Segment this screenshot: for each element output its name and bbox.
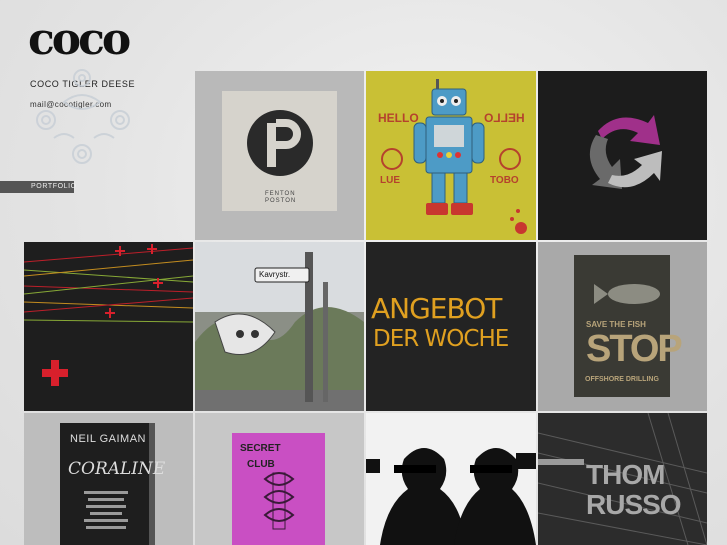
portfolio-tile-robot[interactable]: HELLO HELLO LUE TOBO (366, 71, 536, 240)
portfolio-tile-coraline[interactable]: NEIL GAIMAN CORALINE (24, 413, 193, 545)
portfolio-tile-duo-portrait[interactable] (366, 413, 536, 545)
site-logo[interactable]: coco (28, 14, 131, 66)
fenton-poston-image (195, 71, 364, 240)
robot-label-right-bottom: TOBO (490, 175, 519, 186)
angebot-line1: ANGEBOT (371, 292, 502, 325)
secret-club-image (195, 413, 364, 545)
street-sign-text: Kavrystr. (259, 270, 291, 279)
robot-image (366, 71, 536, 240)
thom-line2: RUSSO (586, 489, 682, 520)
robot-label-left-bottom: LUE (380, 175, 400, 186)
portfolio-tile-street-sign[interactable]: Kavrystr. (195, 242, 364, 411)
laser-lines-image (24, 242, 193, 411)
secret-club-line1: SECRET (240, 443, 281, 454)
ornament-icon (36, 69, 130, 164)
fenton-line2: POSTON (265, 198, 297, 204)
robot-label-left-top: HELLO (378, 111, 419, 125)
portfolio-tile-save-the-fish[interactable]: SAVE THE FISH STOP OFFSHORE DRILLING (538, 242, 707, 411)
angebot-line2: DER WOCHE (373, 326, 509, 352)
portfolio-tile-fenton-poston[interactable]: FENTON POSTON (195, 71, 364, 240)
nav-item-portfolio[interactable]: PORTFOLIO (0, 181, 76, 193)
secret-club-line2: CLUB (247, 459, 275, 470)
portfolio-tile-laser-lines[interactable] (24, 242, 193, 411)
fenton-line1: FENTON (265, 191, 296, 197)
fish-line3: OFFSHORE DRILLING (585, 376, 659, 383)
portfolio-tile-recycle[interactable] (538, 71, 707, 240)
recycle-arrows-image (538, 71, 707, 240)
portfolio-tile-angebot[interactable]: ANGEBOT DER WOCHE (366, 242, 536, 411)
coraline-title: CORALINE (68, 459, 166, 479)
thom-line1: THOM (586, 459, 665, 490)
robot-label-right-top: HELLO (484, 111, 525, 125)
fish-line2: STOP (586, 328, 683, 370)
portfolio-tile-secret-club[interactable]: SECRET CLUB (195, 413, 364, 545)
duo-portrait-image (366, 413, 536, 545)
coraline-author: NEIL GAIMAN (70, 433, 146, 445)
portfolio-tile-thom-russo[interactable]: THOM RUSSO (538, 413, 707, 545)
street-photo-image (195, 242, 364, 411)
